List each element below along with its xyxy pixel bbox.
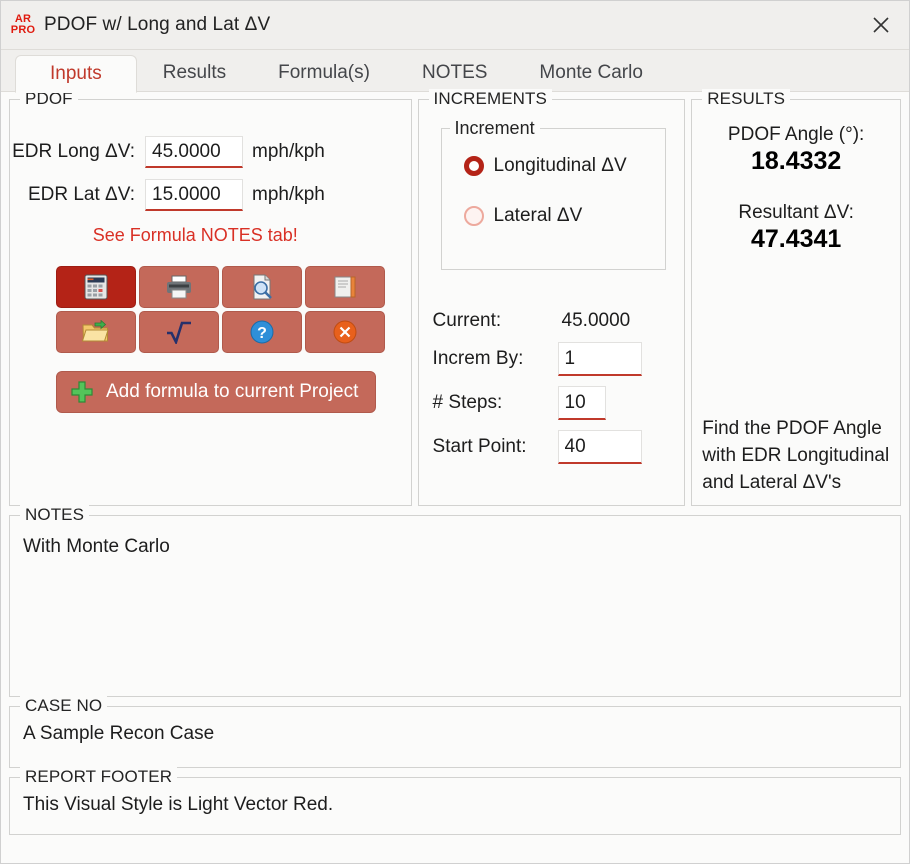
logo-line-2: PRO <box>10 24 36 36</box>
tab-results[interactable]: Results <box>137 54 252 92</box>
current-row: Current: 45.0000 <box>433 310 685 332</box>
increm-by-input[interactable] <box>557 342 642 376</box>
current-label: Current: <box>432 310 502 331</box>
print-preview-button[interactable] <box>222 266 302 308</box>
start-point-input[interactable] <box>557 430 642 464</box>
steps-input[interactable] <box>557 386 606 420</box>
current-value: 45.0000 <box>561 310 631 331</box>
ar-pro-logo-icon: AR PRO <box>10 10 36 40</box>
radio-unselected-icon <box>463 206 484 226</box>
open-folder-icon <box>82 320 109 342</box>
edr-lat-dv-unit: mph/kph <box>252 184 325 205</box>
tab-formulas[interactable]: Formula(s) <box>252 54 396 92</box>
start-point-row: Start Point: <box>433 430 685 464</box>
tool-button-grid: ? <box>10 266 411 353</box>
pdof-angle-value: 18.4332 <box>750 147 842 175</box>
pdof-group: PDOF EDR Long ΔV: mph/kph EDR Lat ΔV: mp… <box>9 89 412 506</box>
results-spacer <box>692 176 900 202</box>
square-root-button[interactable] <box>139 311 219 353</box>
window-title: PDOF w/ Long and Lat ΔV <box>44 14 271 35</box>
tab-content-inputs: PDOF EDR Long ΔV: mph/kph EDR Lat ΔV: mp… <box>1 89 909 863</box>
increments-group-body: Increment Longitudinal ΔV Lateral ΔV Cur… <box>419 100 685 464</box>
print-button[interactable] <box>139 266 219 308</box>
svg-text:?: ? <box>257 325 267 342</box>
book-button[interactable] <box>305 266 385 308</box>
results-group-body: PDOF Angle (°): 18.4332 Resultant ΔV: 47… <box>692 100 900 505</box>
start-point-label: Start Point: <box>432 436 527 457</box>
increm-by-row: Increm By: <box>433 342 685 376</box>
edr-long-dv-label: EDR Long ΔV: <box>12 141 135 162</box>
results-description: Find the PDOF Angle with EDR Longitudina… <box>702 418 890 494</box>
steps-row: # Steps: <box>433 386 685 420</box>
edr-lat-dv-row: EDR Lat ΔV: mph/kph <box>10 179 411 211</box>
print-preview-icon <box>253 274 272 300</box>
report-footer-group-legend: REPORT FOOTER <box>20 767 178 787</box>
edr-long-dv-input[interactable] <box>145 136 243 168</box>
resultant-dv-value: 47.4341 <box>750 225 842 253</box>
calculator-icon <box>84 274 108 300</box>
book-icon <box>334 276 356 298</box>
tab-notes[interactable]: NOTES <box>396 54 513 92</box>
tab-bar: Inputs Results Formula(s) NOTES Monte Ca… <box>1 50 909 93</box>
calculator-button[interactable] <box>56 266 136 308</box>
increment-subgroup: Increment Longitudinal ΔV Lateral ΔV <box>440 118 667 270</box>
radio-selected-icon <box>463 156 484 176</box>
plus-icon <box>71 381 93 403</box>
increments-group-legend: INCREMENTS <box>428 89 552 109</box>
radio-lateral-label: Lateral ΔV <box>493 205 583 226</box>
add-formula-label: Add formula to current Project <box>106 381 359 402</box>
steps-label: # Steps: <box>432 392 503 413</box>
case-no-group-legend: CASE NO <box>20 696 108 716</box>
results-group: RESULTS PDOF Angle (°): 18.4332 Resultan… <box>691 89 902 506</box>
close-formula-button[interactable] <box>305 311 385 353</box>
app-window: AR PRO PDOF w/ Long and Lat ΔV Inputs Re… <box>0 0 910 864</box>
pdof-angle-caption: PDOF Angle (°): <box>727 124 865 145</box>
notes-value: With Monte Carlo <box>23 536 170 557</box>
tool-button-row-2: ? <box>56 311 411 353</box>
tool-button-row-1 <box>56 266 411 308</box>
formula-notes-notice: See Formula NOTES tab! <box>92 225 298 245</box>
radio-longitudinal-label: Longitudinal ΔV <box>493 155 627 176</box>
results-group-legend: RESULTS <box>702 89 791 109</box>
tab-inputs[interactable]: Inputs <box>15 55 137 93</box>
radio-lateral-dv[interactable]: Lateral ΔV <box>442 205 666 227</box>
open-file-button[interactable] <box>56 311 136 353</box>
notes-group[interactable]: NOTES With Monte Carlo <box>9 505 901 697</box>
radio-longitudinal-dv[interactable]: Longitudinal ΔV <box>442 155 666 177</box>
close-window-button[interactable] <box>853 1 909 48</box>
help-icon: ? <box>250 320 274 344</box>
increment-subgroup-legend: Increment <box>449 118 540 139</box>
case-no-value: A Sample Recon Case <box>23 723 215 744</box>
edr-long-dv-row: EDR Long ΔV: mph/kph <box>10 136 411 168</box>
add-formula-button[interactable]: Add formula to current Project <box>56 371 376 413</box>
report-footer-group[interactable]: REPORT FOOTER This Visual Style is Light… <box>9 767 901 835</box>
case-no-group[interactable]: CASE NO A Sample Recon Case <box>9 696 901 768</box>
edr-lat-dv-input[interactable] <box>145 179 243 211</box>
close-icon <box>873 16 889 33</box>
edr-lat-dv-label: EDR Lat ΔV: <box>27 184 135 205</box>
close-circle-icon <box>333 320 357 344</box>
resultant-dv-caption: Resultant ΔV: <box>738 202 854 223</box>
increments-group: INCREMENTS Increment Longitudinal ΔV Lat… <box>417 89 686 506</box>
top-panels-row: PDOF EDR Long ΔV: mph/kph EDR Lat ΔV: mp… <box>9 89 902 506</box>
increm-by-label: Increm By: <box>432 348 524 369</box>
edr-long-dv-unit: mph/kph <box>252 141 325 162</box>
increment-fields: Current: 45.0000 Increm By: # Steps: <box>419 310 685 464</box>
printer-icon <box>167 275 191 299</box>
help-button[interactable]: ? <box>222 311 302 353</box>
title-bar: AR PRO PDOF w/ Long and Lat ΔV <box>1 1 909 50</box>
pdof-group-body: EDR Long ΔV: mph/kph EDR Lat ΔV: mph/kph… <box>10 100 411 413</box>
square-root-icon <box>167 321 191 344</box>
tab-monte-carlo[interactable]: Monte Carlo <box>513 54 669 92</box>
notes-group-legend: NOTES <box>20 505 90 525</box>
